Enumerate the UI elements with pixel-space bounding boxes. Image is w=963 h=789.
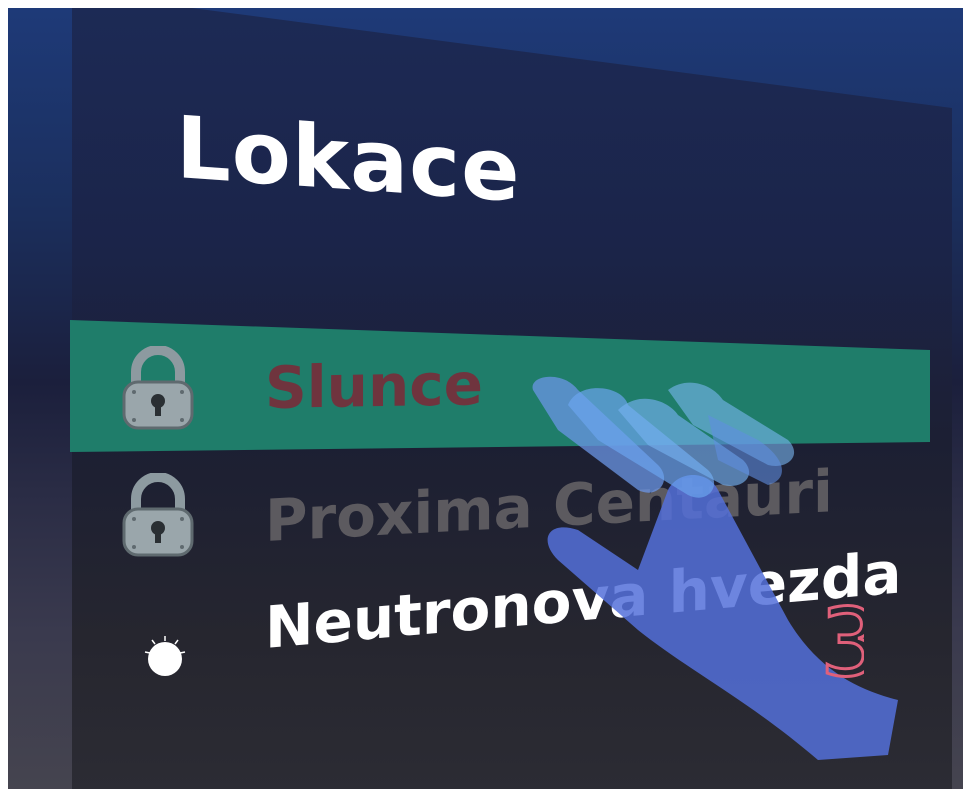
glowing-star-icon	[144, 636, 186, 676]
padlock-icon	[122, 346, 194, 430]
location-item-slunce[interactable]: Slunce	[70, 320, 930, 452]
location-label: Slunce	[265, 350, 483, 422]
annotation-number: 3	[820, 589, 864, 695]
location-label: Proxima Centauri	[265, 457, 833, 555]
padlock-icon	[122, 473, 194, 557]
pen-annotation: 3	[819, 588, 865, 696]
vr-scene: Lokace Slunce Proxima Centauri Neutronov…	[8, 8, 963, 789]
